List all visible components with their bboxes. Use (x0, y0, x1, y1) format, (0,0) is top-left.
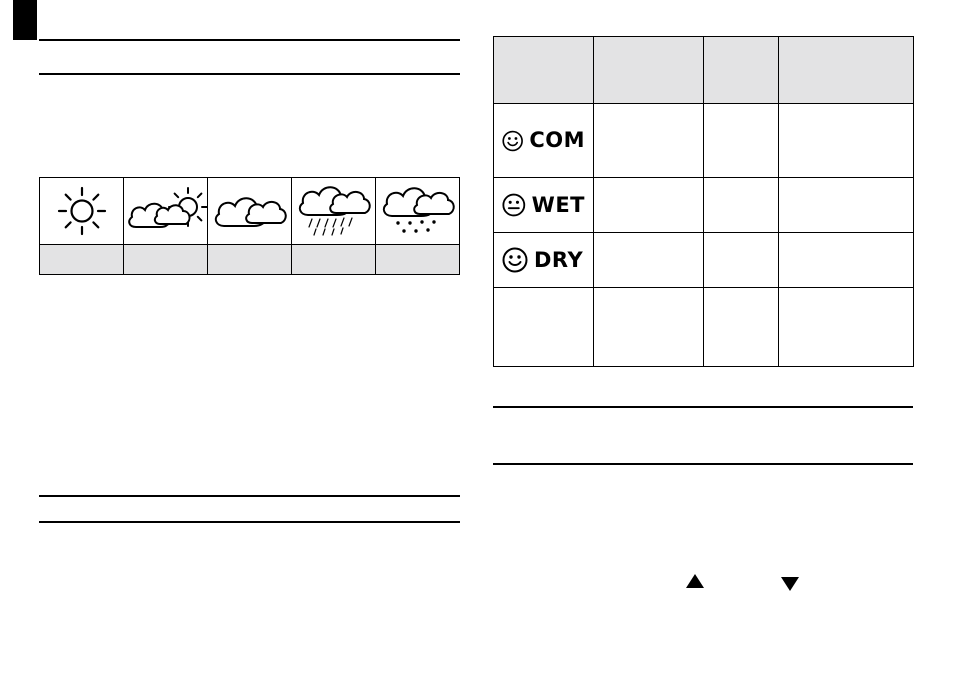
table-row: COM (493, 103, 914, 178)
condition-cell-blank-1 (493, 287, 594, 367)
weather-symbol-table (39, 177, 460, 275)
weather-label-row (39, 244, 460, 275)
section-tab-marker (13, 0, 37, 40)
condition-cell-blank-2 (593, 287, 704, 367)
smiley-comfort-icon (502, 130, 523, 151)
condition-cell-dry: DRY (493, 232, 594, 288)
condition-cell-blank-3 (703, 287, 779, 367)
table-row: DRY (493, 232, 914, 288)
condition-table: COM WET DRY (493, 36, 914, 367)
weather-cell-snow (375, 177, 460, 245)
condition-header-2 (593, 36, 704, 104)
sun-behind-clouds-icon (128, 187, 208, 228)
condition-header-4 (778, 36, 914, 104)
condition-cell-wet-4 (778, 177, 914, 233)
condition-cell-dry-4 (778, 232, 914, 288)
condition-cell-com-4 (778, 103, 914, 178)
condition-table-header-row (493, 36, 914, 104)
rule-right-2 (493, 463, 913, 465)
snow-cloud-icon (382, 187, 455, 233)
weather-label-2 (123, 244, 208, 275)
condition-cell-wet-2 (593, 177, 704, 233)
condition-cell-com-2 (593, 103, 704, 178)
condition-cell-com-3 (703, 103, 779, 178)
weather-cell-cloudy (207, 177, 292, 245)
condition-cell-wet: WET (493, 177, 594, 233)
sun-icon (57, 186, 106, 236)
triangle-up-icon (686, 574, 704, 588)
condition-header-1 (493, 36, 594, 104)
condition-cell-blank-4 (778, 287, 914, 367)
rule-top-2 (39, 73, 460, 75)
condition-label-wet: WET (531, 192, 585, 217)
condition-cell-wet-3 (703, 177, 779, 233)
condition-cell-com: COM (493, 103, 594, 178)
weather-label-1 (39, 244, 124, 275)
rule-right-1 (493, 406, 913, 408)
weather-cell-partly-sunny (123, 177, 208, 245)
smiley-wet-icon (502, 193, 526, 217)
triangle-down-icon (781, 577, 799, 591)
condition-header-3 (703, 36, 779, 104)
rule-top-1 (39, 39, 460, 41)
cloud-icon (214, 197, 287, 227)
condition-label-dry: DRY (534, 247, 584, 272)
weather-icon-row (39, 177, 460, 245)
condition-cell-dry-2 (593, 232, 704, 288)
rule-lower-2 (39, 521, 460, 523)
table-row: WET (493, 177, 914, 233)
weather-label-5 (375, 244, 460, 275)
condition-cell-dry-3 (703, 232, 779, 288)
rain-cloud-icon (298, 186, 371, 236)
document-page: COM WET DRY (0, 0, 954, 677)
weather-cell-sunny (39, 177, 124, 245)
weather-label-3 (207, 244, 292, 275)
table-row (493, 287, 914, 367)
smiley-dry-icon (502, 247, 528, 273)
weather-cell-rain (291, 177, 376, 245)
rule-lower-1 (39, 495, 460, 497)
condition-label-com: COM (529, 128, 585, 152)
weather-label-4 (291, 244, 376, 275)
